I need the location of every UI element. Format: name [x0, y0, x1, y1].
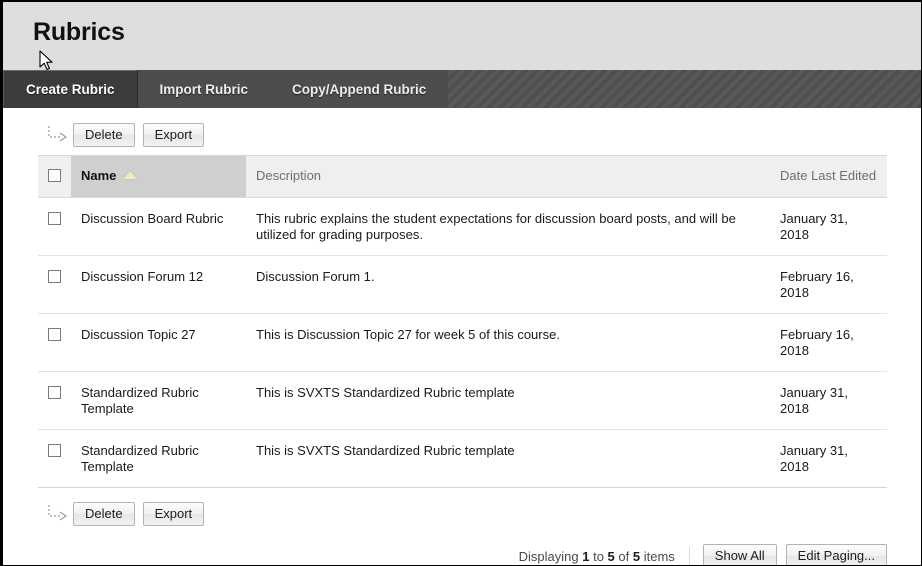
row-select-checkbox[interactable] — [48, 212, 61, 225]
sort-ascending-triangle-icon — [123, 171, 138, 179]
elbow-arrow-icon — [47, 126, 69, 144]
rubrics-page: Rubrics Create Rubric Import Rubric Copy… — [0, 0, 922, 566]
top-action-toolbar: Delete Export — [3, 119, 921, 151]
show-all-button[interactable]: Show All — [702, 544, 777, 565]
column-header-name-label: Name — [81, 168, 117, 183]
column-header-description[interactable]: Description — [246, 156, 770, 198]
table-row: Standardized Rubric Template This is SVX… — [38, 371, 887, 430]
row-name-cell[interactable]: Discussion Topic 27 — [71, 313, 246, 372]
paging-of-word: of — [618, 548, 630, 564]
tab-create-rubric-label: Create Rubric — [26, 81, 115, 97]
row-name-cell[interactable]: Discussion Forum 12 — [71, 255, 246, 314]
delete-button-bottom[interactable]: Delete — [73, 502, 135, 526]
column-header-description-label: Description — [256, 168, 322, 183]
paging-bar: Displaying 1 to 5 of 5 items Show All Ed… — [3, 544, 887, 565]
content-area: Delete Export Name Description Date Last… — [3, 119, 921, 565]
row-select-checkbox[interactable] — [48, 328, 61, 341]
paging-total: 5 — [632, 548, 641, 564]
edit-paging-button[interactable]: Edit Paging... — [785, 544, 887, 565]
row-date-cell: February 16, 2018 — [770, 255, 887, 314]
elbow-arrow-icon — [47, 505, 69, 523]
row-checkbox-cell — [38, 371, 71, 430]
row-checkbox-cell — [38, 313, 71, 372]
row-checkbox-cell — [38, 255, 71, 314]
rubrics-table-head: Name Description Date Last Edited — [38, 156, 887, 198]
paging-status-text: Displaying 1 to 5 of 5 items — [519, 549, 675, 564]
column-header-name[interactable]: Name — [71, 156, 246, 198]
row-name-cell[interactable]: Standardized Rubric Template — [71, 429, 246, 488]
table-row: Standardized Rubric Template This is SVX… — [38, 429, 887, 488]
table-row: Discussion Forum 12 Discussion Forum 1. … — [38, 255, 887, 314]
page-header: Rubrics — [3, 2, 921, 70]
row-checkbox-cell — [38, 197, 71, 256]
row-description-cell: This is SVXTS Standardized Rubric templa… — [246, 371, 770, 430]
select-all-checkbox[interactable] — [48, 169, 61, 182]
row-date-cell: January 31, 2018 — [770, 429, 887, 488]
row-description-cell: This rubric explains the student expecta… — [246, 197, 770, 256]
tab-import-rubric[interactable]: Import Rubric — [138, 70, 271, 108]
row-select-checkbox[interactable] — [48, 444, 61, 457]
tab-bar: Create Rubric Import Rubric Copy/Append … — [3, 70, 921, 108]
row-date-cell: February 16, 2018 — [770, 313, 887, 372]
tab-copy-append-rubric[interactable]: Copy/Append Rubric — [270, 70, 448, 108]
row-name-cell[interactable]: Discussion Board Rubric — [71, 197, 246, 256]
row-description-cell: Discussion Forum 1. — [246, 255, 770, 314]
paging-prefix: Displaying — [518, 548, 579, 564]
row-date-cell: January 31, 2018 — [770, 371, 887, 430]
paging-to-word: to — [593, 548, 604, 564]
bottom-action-toolbar: Delete Export — [3, 498, 921, 530]
tab-import-rubric-label: Import Rubric — [159, 81, 249, 97]
row-date-cell: January 31, 2018 — [770, 197, 887, 256]
row-name-cell[interactable]: Standardized Rubric Template — [71, 371, 246, 430]
paging-from: 1 — [582, 548, 590, 564]
paging-divider — [688, 547, 690, 565]
delete-button-top[interactable]: Delete — [73, 123, 135, 147]
paging-to: 5 — [607, 548, 615, 564]
row-description-cell: This is SVXTS Standardized Rubric templa… — [246, 429, 770, 488]
column-header-date-last-edited[interactable]: Date Last Edited — [770, 156, 887, 198]
page-title: Rubrics — [33, 18, 125, 46]
column-header-select-all — [38, 156, 71, 198]
rubrics-table-wrapper: Name Description Date Last Edited Discus… — [38, 155, 887, 488]
tab-bar-filler — [448, 70, 921, 108]
tab-create-rubric[interactable]: Create Rubric — [3, 70, 138, 108]
export-button-bottom[interactable]: Export — [142, 502, 205, 526]
column-header-date-last-edited-label: Date Last Edited — [780, 168, 877, 183]
row-checkbox-cell — [38, 429, 71, 488]
table-row: Discussion Topic 27 This is Discussion T… — [38, 313, 887, 372]
paging-items-word: items — [643, 548, 675, 564]
rubrics-table-body: Discussion Board Rubric This rubric expl… — [38, 197, 887, 488]
table-row: Discussion Board Rubric This rubric expl… — [38, 197, 887, 256]
export-button-top[interactable]: Export — [142, 123, 205, 147]
tab-copy-append-rubric-label: Copy/Append Rubric — [292, 81, 427, 97]
rubrics-table: Name Description Date Last Edited Discus… — [38, 156, 887, 488]
row-select-checkbox[interactable] — [48, 270, 61, 283]
row-description-cell: This is Discussion Topic 27 for week 5 o… — [246, 313, 770, 372]
table-header-row: Name Description Date Last Edited — [38, 156, 887, 198]
row-select-checkbox[interactable] — [48, 386, 61, 399]
